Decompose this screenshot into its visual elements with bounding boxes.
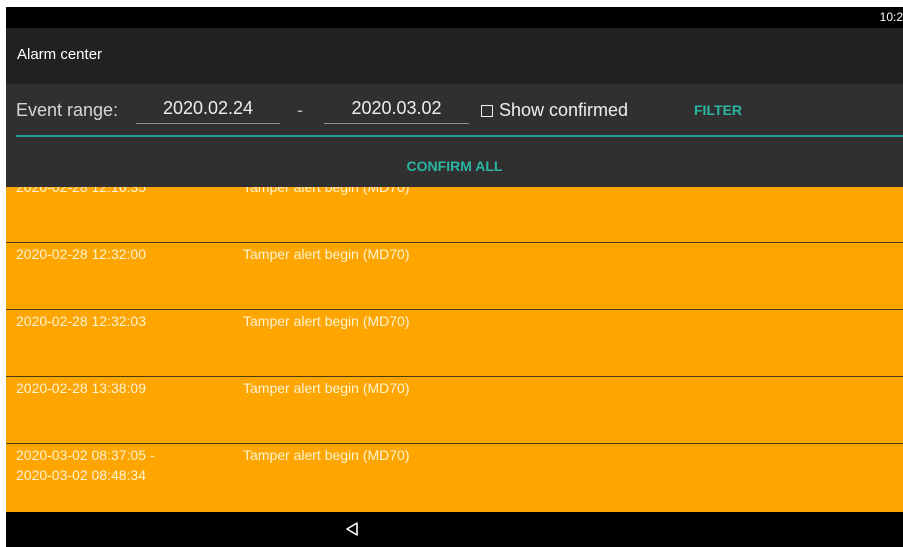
alarm-time: 2020-02-28 13:38:09 xyxy=(16,378,146,398)
range-dash: - xyxy=(297,100,303,120)
alarm-row[interactable]: 2020-02-28 12:16:35 Tamper alert begin (… xyxy=(6,187,903,243)
confirm-all-button[interactable]: CONFIRM ALL xyxy=(6,158,903,174)
alarm-description: Tamper alert begin (MD70) xyxy=(243,380,410,396)
alarm-time-start: 2020-02-28 12:32:03 xyxy=(16,313,146,329)
alarm-time: 2020-02-28 12:32:03 xyxy=(16,311,146,331)
alarm-description: Tamper alert begin (MD70) xyxy=(243,187,410,195)
alarm-row[interactable]: 2020-02-28 12:32:00 Tamper alert begin (… xyxy=(6,244,903,310)
show-confirmed-label: Show confirmed xyxy=(499,100,629,120)
date-from-field[interactable]: 2020.02.24 xyxy=(136,93,280,124)
checkbox-icon[interactable] xyxy=(481,104,493,117)
alarm-description: Tamper alert begin (MD70) xyxy=(243,313,410,329)
confirm-bar: CONFIRM ALL xyxy=(6,142,903,187)
alarm-time-start: 2020-02-28 12:16:35 xyxy=(16,187,146,195)
event-range-label: Event range: xyxy=(16,100,119,120)
alarm-time-start: 2020-03-02 08:37:05 - xyxy=(16,447,155,463)
alarm-row[interactable]: 2020-03-02 08:37:05 - 2020-03-02 08:48:3… xyxy=(6,445,903,511)
alarm-time-start: 2020-02-28 12:32:00 xyxy=(16,246,146,262)
alarm-list: 2020-02-28 12:16:35 Tamper alert begin (… xyxy=(6,187,903,512)
alarm-row[interactable]: 2020-02-28 12:32:03 Tamper alert begin (… xyxy=(6,311,903,377)
alarm-description: Tamper alert begin (MD70) xyxy=(243,447,410,463)
alarm-time-start: 2020-02-28 13:38:09 xyxy=(16,380,146,396)
alarm-time: 2020-03-02 08:37:05 - 2020-03-02 08:48:3… xyxy=(16,445,155,485)
screen: 10:2 Alarm center Event range: 2020.02.2… xyxy=(6,7,903,547)
filter-divider xyxy=(16,135,903,137)
alarm-time-end: 2020-03-02 08:48:34 xyxy=(16,467,146,483)
filter-button[interactable]: FILTER xyxy=(694,102,742,118)
status-time: 10:2 xyxy=(879,10,903,24)
back-triangle-icon[interactable] xyxy=(344,521,360,537)
navigation-bar xyxy=(6,512,903,547)
status-bar: 10:2 xyxy=(6,7,903,28)
app-bar: Alarm center xyxy=(6,28,903,84)
alarm-description: Tamper alert begin (MD70) xyxy=(243,246,410,262)
filter-bar: Event range: 2020.02.24 - 2020.03.02 Sho… xyxy=(6,84,903,142)
alarm-time: 2020-02-28 12:32:00 xyxy=(16,244,146,264)
alarm-time: 2020-02-28 12:16:35 xyxy=(16,187,146,197)
date-to-field[interactable]: 2020.03.02 xyxy=(324,93,469,124)
app-title: Alarm center xyxy=(17,46,103,63)
show-confirmed-checkbox[interactable]: Show confirmed xyxy=(481,100,628,121)
alarm-row[interactable]: 2020-02-28 13:38:09 Tamper alert begin (… xyxy=(6,378,903,444)
